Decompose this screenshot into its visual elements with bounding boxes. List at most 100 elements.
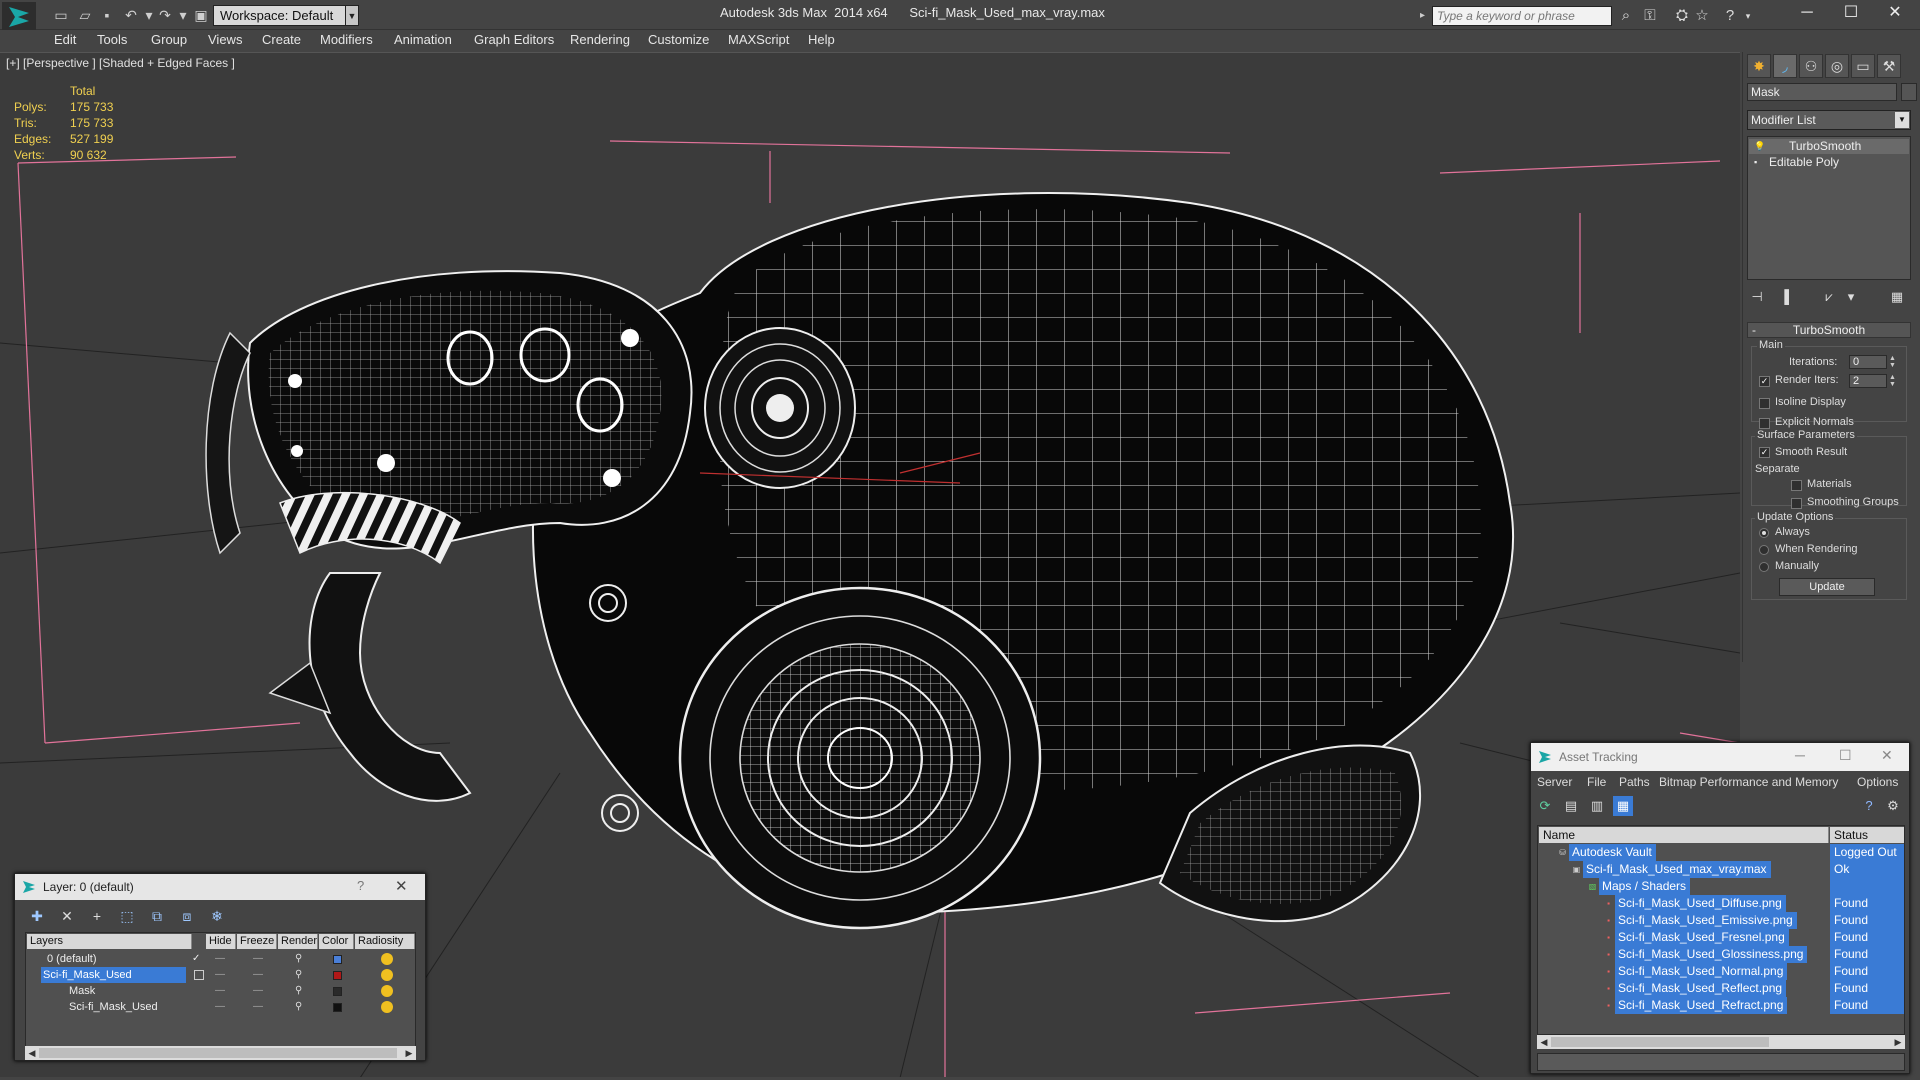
column-header-name[interactable]: Name [1539,827,1829,843]
details-view-icon[interactable]: ▥ [1587,796,1607,816]
horizontal-scrollbar[interactable]: ◀ ▶ [1537,1035,1905,1049]
scrollbar-thumb[interactable] [39,1048,397,1058]
refresh-icon[interactable]: ⟳ [1535,796,1555,816]
menu-maxscript[interactable]: MAXScript [728,32,789,47]
manually-radio[interactable] [1759,562,1769,572]
make-unique-icon[interactable]: ⩗ [1819,287,1839,307]
minimize-icon[interactable]: ─ [1795,747,1805,763]
close-button[interactable]: ✕ [1872,0,1918,26]
asset-row[interactable]: ⛁ Autodesk Vault Logged Out [1539,844,1904,861]
create-layer-icon[interactable]: ✚ [27,906,47,926]
list-view-icon[interactable]: ▤ [1561,796,1581,816]
menu-options[interactable]: Options [1857,775,1898,789]
menu-help[interactable]: Help [808,32,835,47]
object-name-field[interactable]: Mask [1747,83,1897,101]
menu-modifiers[interactable]: Modifiers [320,32,373,47]
layer-row[interactable]: Mask — — ⚲ [27,983,415,999]
freeze-all-layers-icon[interactable]: ❄ [207,906,227,926]
horizontal-scrollbar[interactable]: ◀ ▶ [25,1046,416,1060]
select-objects-icon[interactable]: ⬚ [117,906,137,926]
hide-toggle[interactable]: — [215,999,225,1015]
menu-server[interactable]: Server [1537,775,1572,789]
render-teapot-icon[interactable]: ⚲ [295,983,302,999]
redo-dropdown-icon[interactable]: ▾ [174,6,192,24]
workspace-select[interactable]: Workspace: Default [213,5,359,26]
minimize-button[interactable]: ─ [1784,0,1830,26]
isoline-display-checkbox[interactable] [1759,398,1770,409]
layer-color-swatch[interactable] [333,955,342,964]
render-iters-spinner[interactable]: 2 [1849,374,1887,388]
utilities-tab-icon[interactable]: ⚒ [1877,54,1901,78]
menu-tools[interactable]: Tools [97,32,127,47]
highlight-layer-icon[interactable]: ⧉ [147,906,167,926]
scroll-right-icon[interactable]: ▶ [402,1046,416,1060]
when-rendering-radio[interactable] [1759,545,1769,555]
hide-toggle[interactable]: — [215,967,225,983]
render-teapot-icon[interactable]: ⚲ [295,967,302,983]
smoothing-groups-checkbox[interactable] [1791,498,1802,509]
communication-center-icon[interactable]: ⛭ [1672,6,1692,26]
add-to-layer-icon[interactable]: + [87,906,107,926]
layer-color-swatch[interactable] [333,971,342,980]
binoculars-icon[interactable]: ⌕ [1616,6,1636,26]
pin-stack-icon[interactable]: ⊣ [1747,287,1767,307]
iterations-spinner[interactable]: 0 [1849,355,1887,369]
active-layer-check-icon[interactable]: ✓ [192,951,200,967]
layer-row[interactable]: Sci-fi_Mask_Used — — ⚲ [27,967,415,983]
freeze-toggle[interactable]: — [253,983,263,999]
favorites-star-icon[interactable]: ☆ [1692,6,1712,26]
menu-customize[interactable]: Customize [648,32,709,47]
open-file-icon[interactable]: ▱ [76,6,94,24]
freeze-toggle[interactable]: — [253,951,263,967]
help-icon[interactable]: ? [1859,796,1879,816]
update-button[interactable]: Update [1779,578,1875,596]
layer-dialog-titlebar[interactable]: Layer: 0 (default) ? ✕ [15,874,425,900]
render-teapot-icon[interactable]: ⚲ [295,999,302,1015]
spinner-arrows-icon[interactable]: ▲ ▼ [1889,355,1897,369]
asset-row[interactable]: ▪ Sci-fi_Mask_Used_Normal.png Found [1539,963,1904,980]
column-header-color[interactable]: Color [319,934,354,949]
stack-item-editable-poly[interactable]: ▪ Editable Poly [1749,155,1909,170]
app-logo-button[interactable] [2,2,36,32]
table-view-icon[interactable]: ▦ [1613,796,1633,816]
menu-paths[interactable]: Paths [1619,775,1650,789]
radiosity-icon[interactable] [381,969,393,981]
chevron-down-icon[interactable]: ▼ [345,5,359,26]
configure-modifier-sets-icon[interactable]: ▦ [1887,287,1907,307]
column-header-hide[interactable]: Hide [206,934,236,949]
asset-row[interactable]: ▪ Sci-fi_Mask_Used_Fresnel.png Found [1539,929,1904,946]
layer-color-swatch[interactable] [333,1003,342,1012]
always-radio[interactable] [1759,528,1769,538]
tools-icon[interactable]: ⚙ [1883,796,1903,816]
undo-icon[interactable]: ↶ [122,6,140,24]
radiosity-icon[interactable] [381,1001,393,1013]
modifier-list-dropdown[interactable]: Modifier List ▼ [1747,110,1911,130]
menu-edit[interactable]: Edit [54,32,76,47]
freeze-toggle[interactable]: — [253,967,263,983]
asset-row[interactable]: ▧ Maps / Shaders [1539,878,1904,895]
viewport-label[interactable]: [+] [Perspective ] [Shaded + Edged Faces… [6,56,235,70]
explicit-normals-checkbox[interactable] [1759,418,1770,429]
menu-rendering[interactable]: Rendering [570,32,630,47]
project-folder-icon[interactable]: ▣ [192,6,210,24]
turbosmooth-rollout-header[interactable]: - TurboSmooth [1747,322,1911,338]
new-file-icon[interactable]: ▭ [52,6,70,24]
layer-color-swatch[interactable] [333,987,342,996]
expand-icon[interactable]: ▪ [1754,157,1764,167]
hide-all-layers-icon[interactable]: ⧈ [177,906,197,926]
asset-row[interactable]: ▣ Sci-fi_Mask_Used_max_vray.max Ok [1539,861,1904,878]
asset-tracking-titlebar[interactable]: Asset Tracking ─ ☐ ✕ [1531,743,1909,771]
menu-views[interactable]: Views [208,32,242,47]
spinner-arrows-icon[interactable]: ▲ ▼ [1889,374,1897,388]
scroll-left-icon[interactable]: ◀ [25,1046,39,1060]
scroll-left-icon[interactable]: ◀ [1537,1035,1551,1049]
current-layer-box[interactable] [194,970,204,980]
display-tab-icon[interactable]: ▭ [1851,54,1875,78]
column-header-render[interactable]: Render [278,934,318,949]
menu-graph-editors[interactable]: Graph Editors [474,32,554,47]
lightbulb-icon[interactable]: 💡 [1754,141,1765,151]
help-dropdown-icon[interactable]: ▾ [1738,6,1758,26]
hide-toggle[interactable]: — [215,983,225,999]
maximize-button[interactable]: ☐ [1828,0,1874,26]
maximize-icon[interactable]: ☐ [1839,747,1852,764]
